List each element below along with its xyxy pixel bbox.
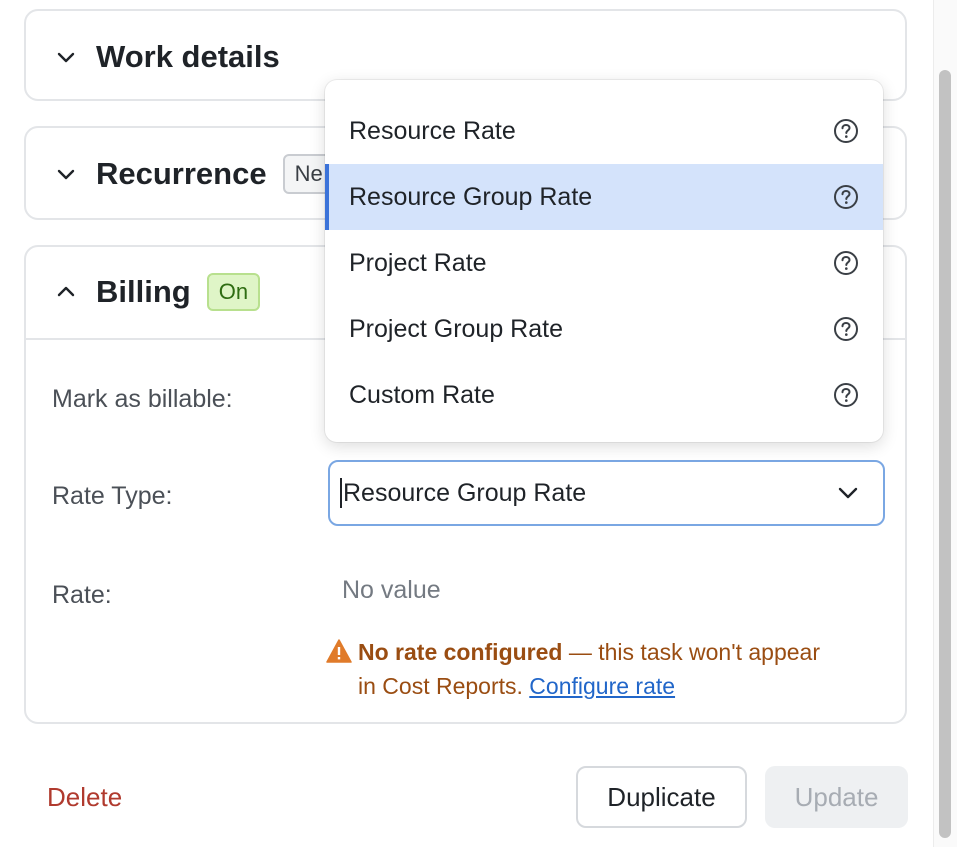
dropdown-option-resource-group-rate[interactable]: Resource Group Rate	[325, 164, 883, 230]
delete-button[interactable]: Delete	[47, 782, 122, 813]
section-title-recurrence: Recurrence	[96, 156, 267, 191]
chevron-down-icon[interactable]	[835, 480, 861, 506]
question-circle-icon[interactable]	[833, 118, 859, 144]
question-circle-icon[interactable]	[833, 316, 859, 342]
chevron-down-icon	[52, 43, 80, 71]
option-label: Project Rate	[349, 248, 487, 277]
question-circle-icon[interactable]	[833, 382, 859, 408]
rate-type-label: Rate Type:	[52, 482, 173, 510]
warning-line2: in Cost Reports. Configure rate	[326, 669, 886, 703]
rate-warning: No rate configured — this task won't app…	[326, 635, 886, 703]
scrollbar-thumb[interactable]	[939, 70, 951, 838]
rate-type-value: Resource Group Rate	[343, 478, 587, 507]
mark-billable-label: Mark as billable:	[52, 385, 233, 413]
text-caret	[340, 478, 342, 508]
update-button[interactable]: Update	[765, 766, 908, 828]
warning-text-2: in Cost Reports.	[358, 673, 523, 699]
configure-rate-link[interactable]: Configure rate	[529, 673, 675, 699]
rate-type-dropdown: Resource Rate Resource Group Rate Projec…	[325, 80, 883, 442]
option-label: Project Group Rate	[349, 314, 563, 343]
section-title-work-details: Work details	[96, 39, 280, 74]
rate-label: Rate:	[52, 581, 112, 609]
dropdown-option-project-group-rate[interactable]: Project Group Rate	[325, 296, 883, 362]
question-circle-icon[interactable]	[833, 250, 859, 276]
dropdown-option-resource-rate[interactable]: Resource Rate	[325, 98, 883, 164]
rate-type-select[interactable]: Resource Group Rate	[328, 460, 885, 526]
option-label: Resource Rate	[349, 116, 516, 145]
chevron-down-icon	[52, 160, 80, 188]
dropdown-option-custom-rate[interactable]: Custom Rate	[325, 362, 883, 428]
duplicate-button[interactable]: Duplicate	[576, 766, 747, 828]
option-label: Resource Group Rate	[349, 182, 593, 211]
question-circle-icon[interactable]	[833, 184, 859, 210]
warning-text: — this task won't appear	[562, 639, 820, 665]
section-title-billing: Billing	[96, 274, 191, 309]
rate-value: No value	[342, 576, 441, 604]
billing-status-badge: On	[206, 273, 261, 311]
option-label: Custom Rate	[349, 380, 495, 409]
warning-triangle-icon	[326, 638, 352, 663]
dropdown-option-project-rate[interactable]: Project Rate	[325, 230, 883, 296]
warning-title: No rate configured	[358, 639, 563, 665]
chevron-up-icon	[52, 278, 80, 306]
